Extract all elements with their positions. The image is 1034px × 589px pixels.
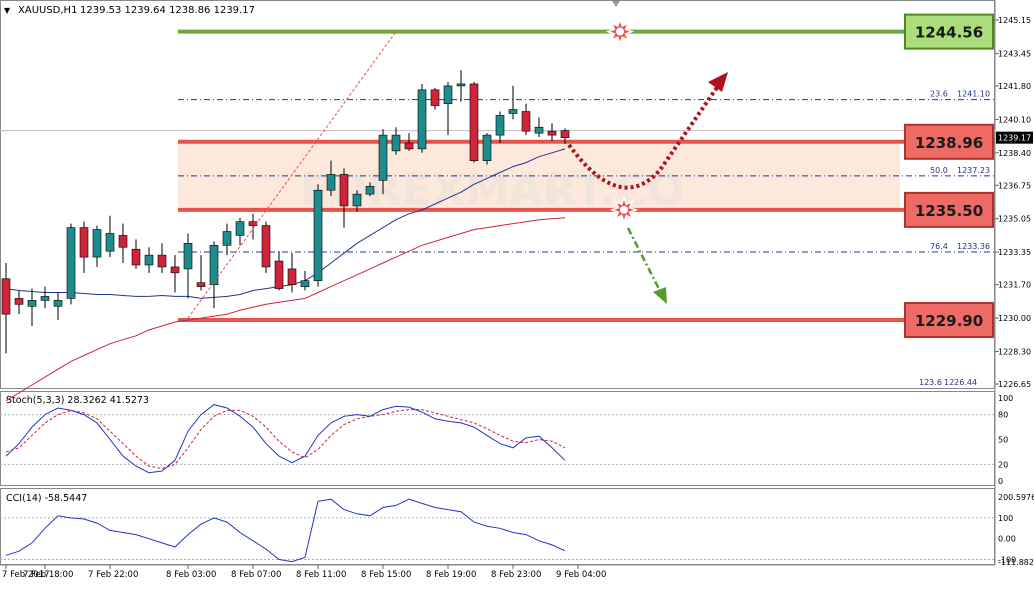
candle-body: [222, 231, 232, 246]
fib-price-50-0: 1237.23: [957, 166, 990, 175]
symbol-triangle-icon: ▼: [4, 6, 11, 15]
current-price-label: 1239.17: [998, 134, 1031, 143]
candle-body: [456, 83, 466, 87]
candle-body: [508, 109, 518, 114]
price-tick-label: 1226.65: [998, 380, 1031, 389]
price-tick-label: 1240.10: [998, 115, 1031, 124]
price-tick-label: 1241.80: [998, 82, 1031, 91]
time-tick-label: 8 Feb 19:00: [426, 570, 476, 580]
stoch-label: Stoch(5,3,3) 28.3262 41.5273: [6, 395, 149, 406]
candle-body: [469, 83, 479, 161]
candle-body: [495, 115, 505, 136]
candle-body: [365, 185, 375, 195]
candle-body: [196, 282, 206, 287]
header-symbol: XAUUSD,H1: [18, 5, 77, 16]
time-tick-label: 8 Feb 23:00: [491, 570, 541, 580]
candle-body: [209, 244, 219, 285]
candle-body: [144, 254, 154, 266]
candle-body: [27, 300, 37, 307]
price-tick-label: 1236.75: [998, 181, 1031, 190]
candle-body: [170, 266, 180, 274]
time-tick-label: 7 Feb 18:00: [23, 570, 73, 580]
candle-body: [534, 126, 544, 134]
candle-body: [300, 280, 310, 287]
price-tick-label: 1238.40: [998, 149, 1031, 158]
candle-body: [131, 248, 141, 266]
candle-body: [53, 300, 63, 307]
stoch-tick-label: 80: [998, 411, 1008, 420]
fib-ratio-23-6: 23.6: [930, 90, 948, 99]
candle-body: [482, 134, 492, 161]
price-tick-label: 1235.05: [998, 215, 1031, 224]
cci-tick-label: 100: [998, 514, 1013, 523]
fib-price-23-6: 1241.10: [957, 90, 990, 99]
cci-label: CCI(14) -58.5447: [6, 493, 87, 504]
level-label-text: 1238.96: [915, 134, 983, 152]
price-tick-label: 1230.00: [998, 314, 1031, 323]
level-label-text: 1229.90: [915, 312, 983, 330]
candle-body: [521, 111, 531, 132]
fib-ratio-50-0: 50.0: [930, 166, 948, 175]
candle-body: [14, 298, 24, 305]
time-tick-label: 8 Feb 07:00: [231, 570, 281, 580]
stoch-tick-label: 0: [998, 477, 1003, 486]
price-tick-label: 1245.15: [998, 16, 1031, 25]
candle-body: [352, 193, 362, 207]
time-tick-label: 8 Feb 03:00: [166, 570, 216, 580]
stoch-tick-label: 100: [998, 394, 1013, 403]
candle-body: [443, 85, 453, 104]
candle-body: [313, 189, 323, 282]
candle-body: [105, 233, 115, 252]
candle-body: [157, 254, 167, 268]
candle-body: [326, 174, 336, 191]
candle-body: [417, 89, 427, 150]
candle-body: [183, 243, 193, 270]
candle-body: [274, 260, 284, 289]
candle-body: [547, 130, 557, 136]
price-tick-label: 1243.45: [998, 49, 1031, 58]
burst-icon-center: [616, 27, 624, 36]
candle-body: [378, 134, 388, 181]
price-tick-label: 1228.30: [998, 348, 1031, 357]
level-label-text: 1235.50: [915, 202, 983, 220]
candle-body: [339, 174, 349, 207]
cci-tick-label: -111.8822: [998, 558, 1034, 567]
candle-body: [79, 227, 89, 258]
candle-body: [92, 229, 102, 258]
candle-body: [235, 221, 245, 236]
price-tick-label: 1231.70: [998, 281, 1031, 290]
cci-tick-label: 0.00: [998, 535, 1016, 544]
candle-body: [391, 134, 401, 152]
time-tick-label: 7 Feb 22:00: [88, 570, 138, 580]
candle-body: [287, 268, 297, 285]
burst-icon-center: [620, 205, 628, 214]
candle-body: [66, 227, 76, 299]
candle-body: [560, 130, 570, 138]
stoch-tick-label: 50: [998, 436, 1008, 445]
price-chart[interactable]: ▼ XAUUSD,H1 1239.53 1239.64 1238.86 1239…: [0, 0, 1034, 584]
candle-body: [118, 235, 128, 248]
price-tick-label: 1233.35: [998, 248, 1031, 257]
fib-ratio-123-6: 123.6: [919, 378, 942, 387]
cci-tick-label: 200.5976: [998, 493, 1034, 502]
candle-body: [430, 89, 440, 106]
fib-price-76-4: 1233.36: [957, 242, 990, 251]
candle-body: [1, 278, 11, 315]
stoch-tick-label: 20: [998, 460, 1008, 469]
candle-body: [261, 225, 271, 268]
candle-body: [40, 296, 50, 301]
fib-ratio-76-4: 76.4: [930, 242, 948, 251]
time-tick-label: 8 Feb 15:00: [361, 570, 411, 580]
level-label-text: 1244.56: [915, 24, 983, 42]
time-tick-label: 8 Feb 11:00: [296, 570, 346, 580]
header-ohlc: 1239.53 1239.64 1238.86 1239.17: [80, 5, 255, 16]
cci-panel-frame: [0, 488, 995, 565]
fib-price-123-6: 1226.44: [944, 378, 977, 387]
candle-body: [404, 142, 414, 150]
chart-window: ▼ XAUUSD,H1 1239.53 1239.64 1238.86 1239…: [0, 0, 1034, 584]
time-tick-label: 9 Feb 04:00: [556, 570, 606, 580]
stoch-panel-frame: [0, 391, 995, 486]
